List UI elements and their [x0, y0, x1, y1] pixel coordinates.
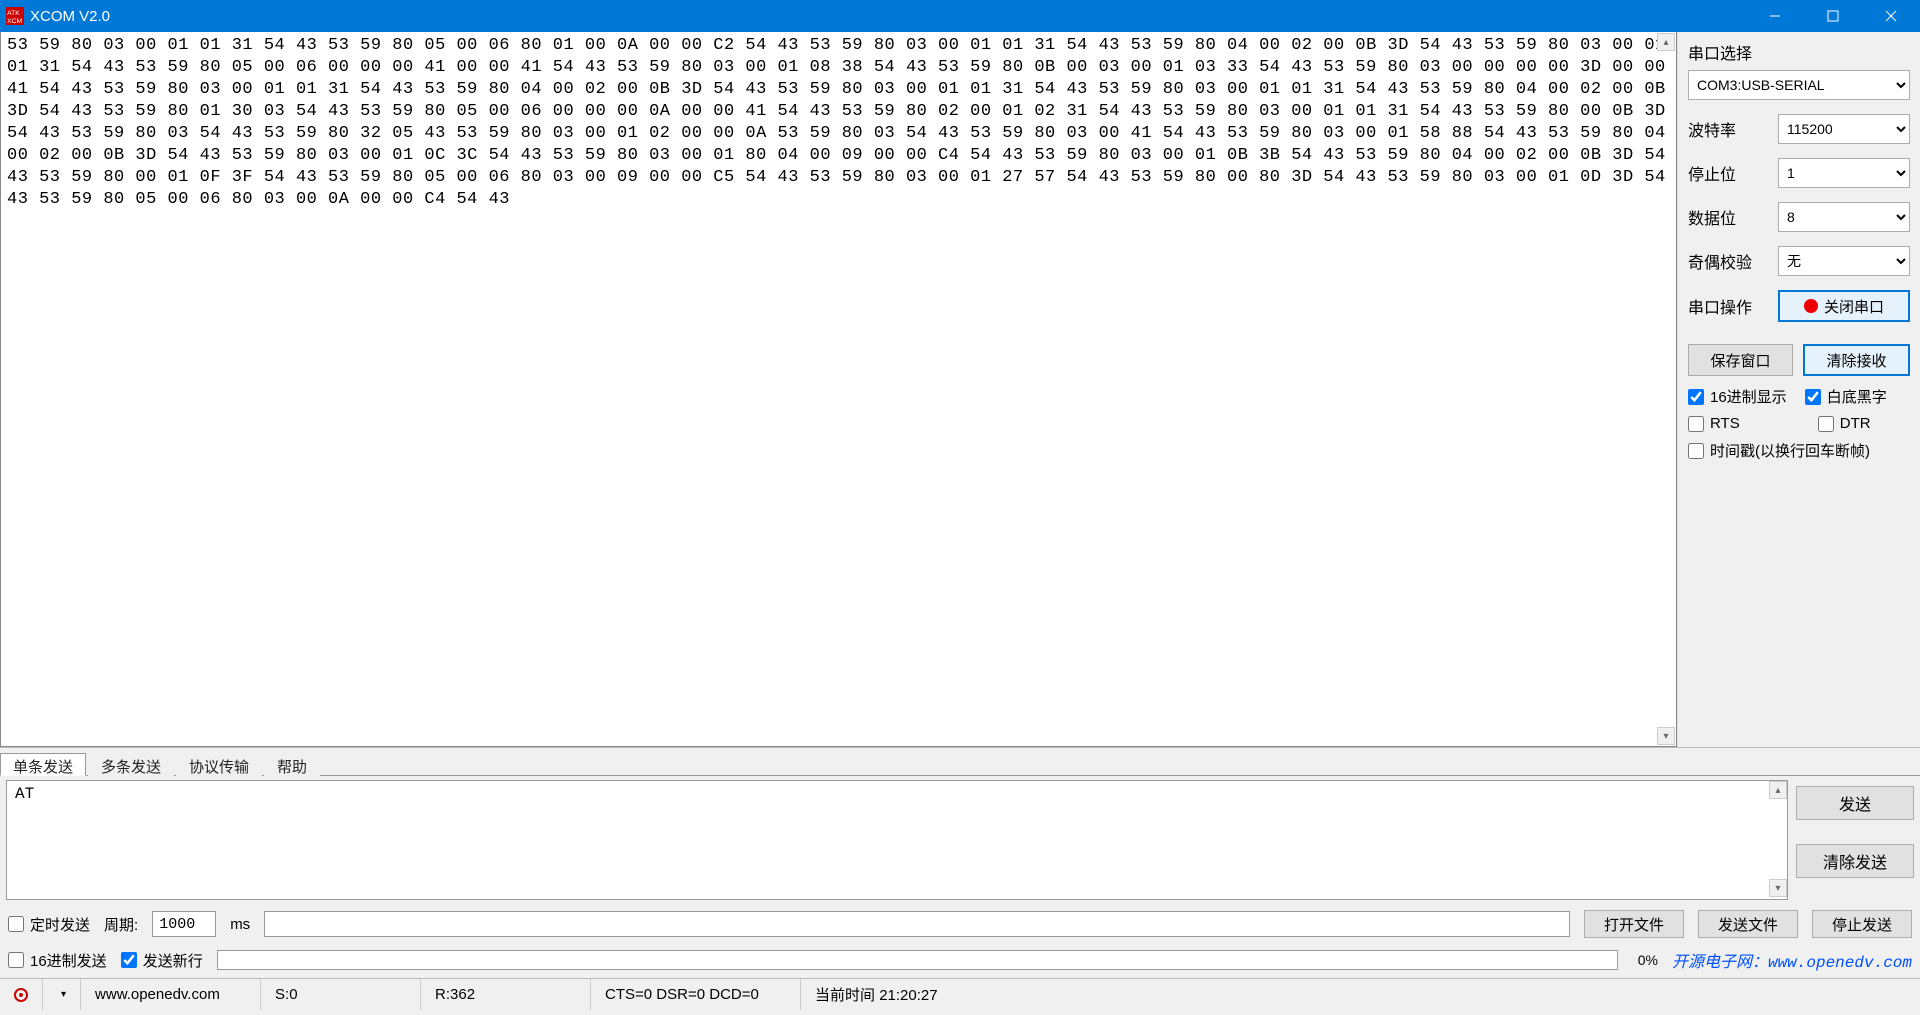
status-dropdown[interactable] — [43, 979, 81, 1010]
tx-scroll-up-icon[interactable]: ▴ — [1769, 781, 1787, 799]
status-line: CTS=0 DSR=0 DCD=0 — [591, 979, 801, 1010]
window-title: XCOM V2.0 — [30, 8, 1746, 25]
hex-display-checkbox[interactable]: 16进制显示 — [1688, 386, 1787, 407]
send-file-button[interactable]: 发送文件 — [1698, 910, 1798, 938]
stopbits-select[interactable]: 1 — [1778, 158, 1910, 188]
open-file-button[interactable]: 打开文件 — [1584, 910, 1684, 938]
receive-area[interactable]: 53 59 80 03 00 01 01 31 54 43 53 59 80 0… — [1, 32, 1676, 746]
hex-send-checkbox[interactable]: 16进制发送 — [8, 950, 107, 971]
status-site[interactable]: www.openedv.com — [81, 979, 261, 1010]
scroll-up-icon[interactable]: ▴ — [1657, 33, 1675, 51]
record-icon — [1804, 299, 1818, 313]
status-time: 当前时间 21:20:27 — [801, 979, 1920, 1010]
timed-send-checkbox[interactable]: 定时发送 — [8, 914, 90, 935]
send-button[interactable]: 发送 — [1796, 786, 1914, 820]
parity-select[interactable]: 无 — [1778, 246, 1910, 276]
maximize-button[interactable] — [1804, 0, 1862, 32]
progress-percent: 0% — [1638, 952, 1658, 968]
minimize-button[interactable] — [1746, 0, 1804, 32]
tab-protocol[interactable]: 协议传输 — [176, 753, 262, 776]
file-path-input[interactable] — [264, 911, 1570, 937]
send-input[interactable]: AT — [6, 780, 1788, 900]
status-recv: R:362 — [421, 979, 591, 1010]
clear-send-button[interactable]: 清除发送 — [1796, 844, 1914, 878]
tab-help[interactable]: 帮助 — [264, 753, 320, 776]
parity-label: 奇偶校验 — [1688, 249, 1766, 273]
period-label: 周期: — [104, 914, 138, 935]
tx-scroll-down-icon[interactable]: ▾ — [1769, 879, 1787, 897]
stop-send-button[interactable]: 停止发送 — [1812, 910, 1912, 938]
dtr-checkbox[interactable]: DTR — [1818, 415, 1871, 432]
progress-bar — [217, 950, 1618, 970]
send-tabs: 单条发送 多条发送 协议传输 帮助 — [0, 748, 1920, 776]
timestamp-checkbox[interactable]: 时间戳(以换行回车断帧) — [1688, 440, 1870, 461]
settings-panel: 串口选择 COM3:USB-SERIAL 波特率 115200 停止位 1 数据位 8… — [1677, 32, 1920, 747]
scroll-down-icon[interactable]: ▾ — [1657, 727, 1675, 745]
portop-label: 串口操作 — [1688, 294, 1766, 318]
period-input[interactable] — [152, 911, 216, 937]
toggle-port-button[interactable]: 关闭串口 — [1778, 290, 1910, 322]
white-bg-checkbox[interactable]: 白底黑字 — [1805, 386, 1887, 407]
status-bar: www.openedv.com S:0 R:362 CTS=0 DSR=0 DC… — [0, 978, 1920, 1010]
app-logo-icon: ATKXCM — [6, 7, 24, 25]
status-sent: S:0 — [261, 979, 421, 1010]
stopbits-label: 停止位 — [1688, 161, 1766, 185]
clear-receive-button[interactable]: 清除接收 — [1803, 344, 1910, 376]
databits-label: 数据位 — [1688, 205, 1766, 229]
svg-text:ATK: ATK — [7, 10, 20, 17]
baud-select[interactable]: 115200 — [1778, 114, 1910, 144]
port-select[interactable]: COM3:USB-SERIAL — [1688, 70, 1910, 100]
title-bar: ATKXCM XCOM V2.0 — [0, 0, 1920, 32]
tab-single-send[interactable]: 单条发送 — [0, 753, 86, 776]
website-link[interactable]: 开源电子网：www.openedv.com — [1672, 948, 1912, 972]
send-newline-checkbox[interactable]: 发送新行 — [121, 950, 203, 971]
period-unit: ms — [230, 916, 250, 933]
rts-checkbox[interactable]: RTS — [1688, 415, 1740, 432]
port-section-label: 串口选择 — [1688, 40, 1910, 64]
close-button[interactable] — [1862, 0, 1920, 32]
baud-label: 波特率 — [1688, 117, 1766, 141]
svg-text:XCM: XCM — [7, 18, 22, 25]
status-menu-icon[interactable] — [0, 979, 43, 1010]
save-window-button[interactable]: 保存窗口 — [1688, 344, 1793, 376]
databits-select[interactable]: 8 — [1778, 202, 1910, 232]
tab-multi-send[interactable]: 多条发送 — [88, 753, 174, 776]
